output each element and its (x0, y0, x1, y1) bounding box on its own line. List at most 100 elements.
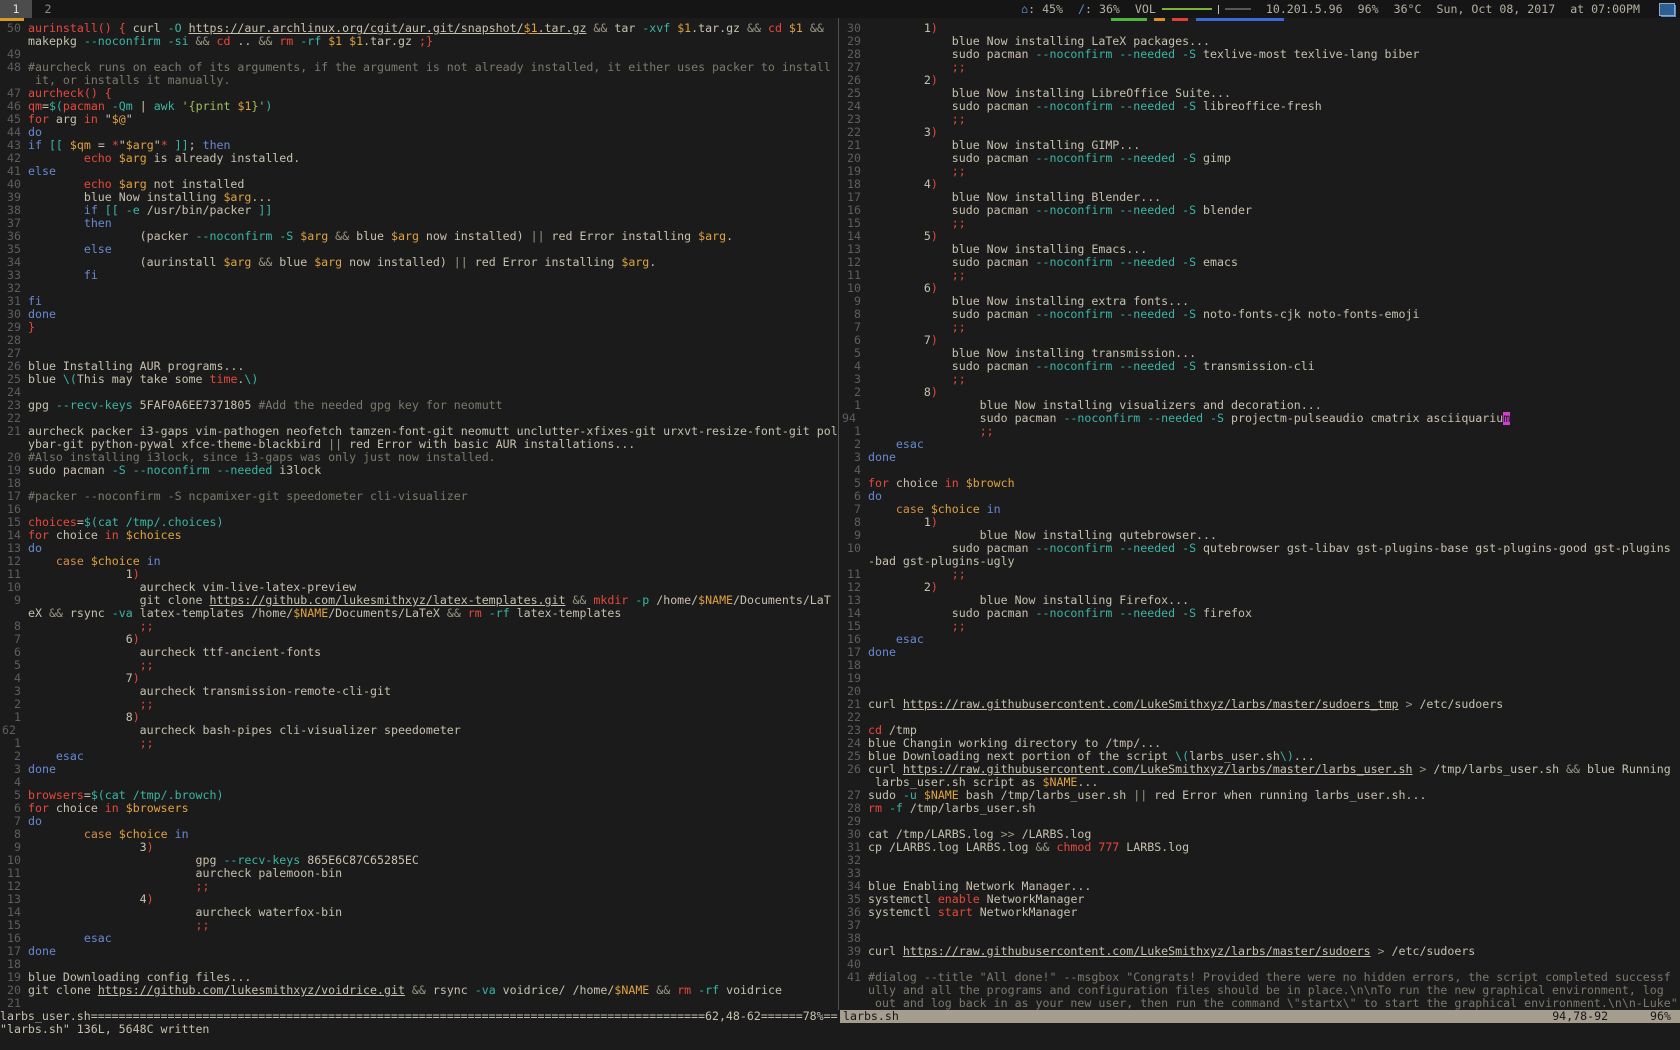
code-text: blue Now installing LibreOffice Suite... (868, 87, 1680, 100)
code-text: 6) (28, 633, 837, 646)
code-row: 39curl https://raw.githubusercontent.com… (840, 945, 1680, 958)
code-row: 3 aurcheck transmission-remote-cli-git (0, 685, 837, 698)
code-row: 25blue \(This may take some time.\) (0, 373, 837, 386)
line-number: 9 (0, 594, 28, 607)
code-row: 22 (0, 412, 837, 425)
code-row: 3 ;; (840, 373, 1680, 386)
code-text (868, 932, 1680, 945)
temperature-block[interactable]: 36°C (1394, 3, 1422, 16)
code-text: ;; (868, 321, 1680, 334)
bar-indicator-dash (1196, 18, 1284, 21)
code-text: ;; (868, 568, 1680, 581)
statusline-cursor-position: 94,78-92 (1552, 1010, 1608, 1023)
code-text: it, or installs it manually. (28, 74, 837, 87)
line-number: 50 (0, 22, 28, 35)
code-row: 19 (840, 672, 1680, 685)
code-text: 1) (28, 568, 837, 581)
workspace-button-2[interactable]: 2 (32, 0, 64, 18)
code-text: ;; (868, 620, 1680, 633)
code-text: for choice in $choices (28, 529, 837, 542)
code-text: do (28, 542, 837, 555)
volume-slider-block[interactable]: VOL (1135, 3, 1251, 16)
code-row: 3done (0, 763, 837, 776)
code-row: 28 sudo pacman --noconfirm --needed -S t… (840, 48, 1680, 61)
date-block[interactable]: Sun, Oct 08, 2017 (1437, 3, 1556, 16)
code-text: (packer --noconfirm -S $arg && blue $arg… (28, 230, 837, 243)
code-row: 20 sudo pacman --noconfirm --needed -S g… (840, 152, 1680, 165)
code-row: 17done (0, 945, 837, 958)
code-text: #packer --noconfirm -S ncpamixer-git spe… (28, 490, 837, 503)
code-text: else (28, 165, 837, 178)
bar-indicator-dash (1154, 18, 1165, 21)
code-row: 33 fi (0, 269, 837, 282)
code-text: qm=$(pacman -Qm | awk '{print $1}') (28, 100, 837, 113)
line-number (840, 984, 868, 997)
code-text (28, 958, 837, 971)
code-row: 38 if [[ -e /usr/bin/packer ]] (0, 204, 837, 217)
code-text: blue Enabling Network Manager... (868, 880, 1680, 893)
code-text: 1) (868, 22, 1680, 35)
ip-address-block[interactable]: 10.201.5.96 (1266, 3, 1343, 16)
code-text (868, 815, 1680, 828)
code-text: done (28, 763, 837, 776)
code-text: -bad gst-plugins-ugly (868, 555, 1680, 568)
code-row: 34 (aurinstall $arg && blue $arg now ins… (0, 256, 837, 269)
code-row: 24 (0, 386, 837, 399)
code-row: 21curl https://raw.githubusercontent.com… (840, 698, 1680, 711)
code-text: do (868, 490, 1680, 503)
code-text: ;; (868, 269, 1680, 282)
code-row: 26blue Installing AUR programs... (0, 360, 837, 373)
code-row: 29} (0, 321, 837, 334)
code-text: rm -f /tmp/larbs_user.sh (868, 802, 1680, 815)
root-partition-block[interactable]: /: 36% (1078, 3, 1120, 16)
code-text: ;; (868, 61, 1680, 74)
code-row: 37 (840, 919, 1680, 932)
code-text: 4) (868, 178, 1680, 191)
code-text (28, 48, 837, 61)
code-row: 5for choice in $browch (840, 477, 1680, 490)
time-block[interactable]: at 07:00PM (1570, 3, 1640, 16)
code-row: 40 echo $arg not installed (0, 178, 837, 191)
statusline-active: larbs.sh 94,78-92 96% (840, 1010, 1680, 1023)
line-number: 10 (840, 542, 868, 555)
statusline-scroll-percent: 96% (1650, 1010, 1671, 1023)
code-text: ;; (28, 620, 837, 633)
code-text: for choice in $browch (868, 477, 1680, 490)
vim-pane-right[interactable]: 30 1)29 blue Now installing LaTeX packag… (840, 22, 1680, 1010)
code-text (28, 503, 837, 516)
block-cursor: m (1503, 412, 1510, 425)
code-row: 14 sudo pacman --noconfirm --needed -S f… (840, 607, 1680, 620)
code-row: 16 esac (840, 633, 1680, 646)
code-text: echo $arg is already installed. (28, 152, 837, 165)
code-text: curl https://raw.githubusercontent.com/L… (868, 698, 1680, 711)
systray-display-icon[interactable] (1659, 3, 1676, 16)
code-text: ;; (868, 425, 1680, 438)
home-partition-block[interactable]: ⌂: 45% (1021, 3, 1063, 16)
code-row: 30cat /tmp/LARBS.log >> /LARBS.log (840, 828, 1680, 841)
code-row: 1 blue Now installing visualizers and de… (840, 399, 1680, 412)
code-text: larbs_user.sh script as $NAME... (868, 776, 1680, 789)
code-text: case $choice in (28, 828, 837, 841)
code-text: gpg --recv-keys 865E6C87C65285EC (28, 854, 837, 867)
workspace-button-1[interactable]: 1 (0, 0, 32, 18)
terminal-vim: 50aurinstall() { curl -O https://aur.arc… (0, 18, 1680, 1050)
vim-pane-left[interactable]: 50aurinstall() { curl -O https://aur.arc… (0, 22, 837, 1010)
code-row: 8 case $choice in (0, 828, 837, 841)
code-row: 14 aurcheck waterfox-bin (0, 906, 837, 919)
code-row: 48#aurcheck runs on each of its argument… (0, 61, 837, 74)
code-text: cat /tmp/LARBS.log >> /LARBS.log (868, 828, 1680, 841)
code-row: 16 (0, 503, 837, 516)
battery-block[interactable]: 96% (1358, 3, 1379, 16)
code-row: 41#dialog --title "All done!" --msgbox "… (840, 971, 1680, 984)
code-row: 20git clone https://github.com/lukesmith… (0, 984, 837, 997)
volume-handle[interactable] (1218, 5, 1219, 14)
code-text: aurcheck waterfox-bin (28, 906, 837, 919)
code-row: 27 (0, 347, 837, 360)
code-text (868, 854, 1680, 867)
code-row: 12 case $choice in (0, 555, 837, 568)
code-row: 4 (0, 776, 837, 789)
code-text: 8) (868, 386, 1680, 399)
vim-window-separator[interactable] (838, 18, 839, 1010)
line-number: 21 (0, 997, 28, 1010)
code-text: ;; (28, 880, 837, 893)
